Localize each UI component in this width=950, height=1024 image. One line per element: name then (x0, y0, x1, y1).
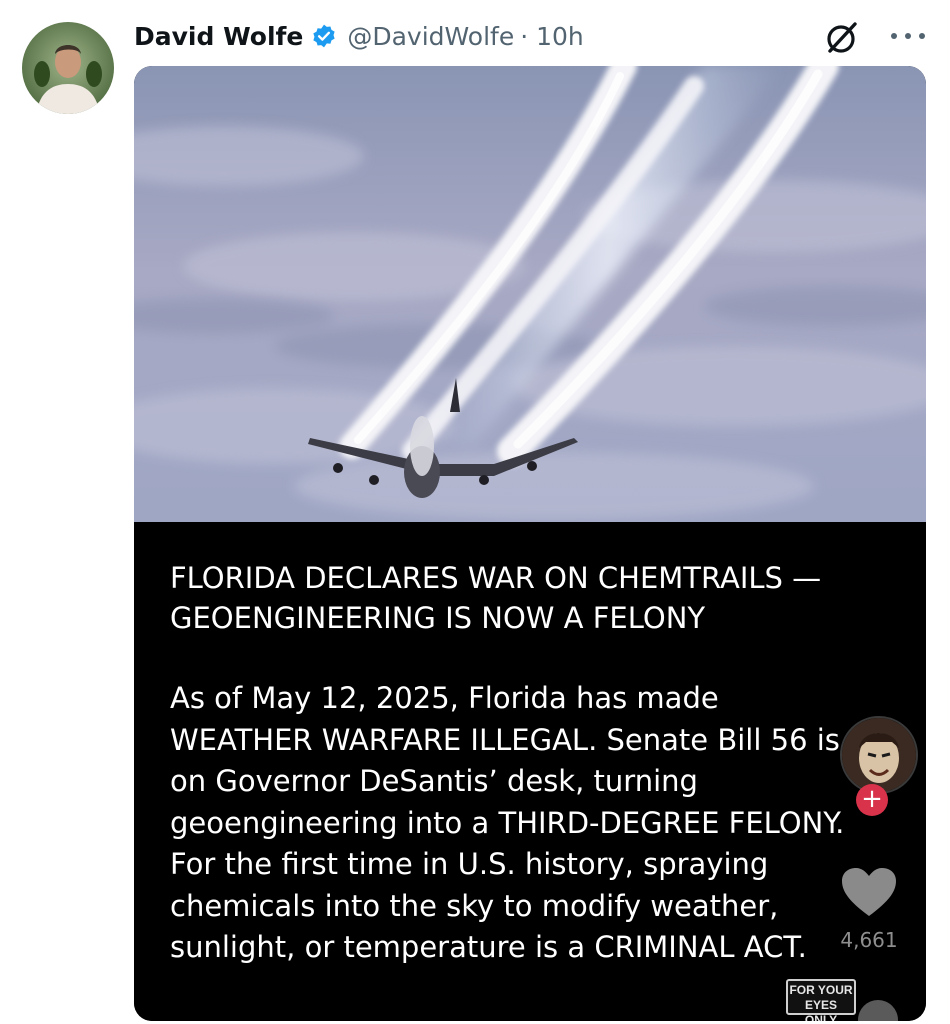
stamp-line-2: EYES ONLY (804, 998, 838, 1021)
for-your-eyes-only-logo: FOR YOUR EYES ONLY (786, 979, 856, 1021)
plus-icon[interactable]: + (856, 784, 888, 816)
post-time[interactable]: · 10h (520, 22, 584, 51)
headline-text: FLORIDA DECLARES WAR ON CHEMTRAILS — GEO… (170, 561, 822, 635)
author-handle[interactable]: @DavidWolfe (347, 22, 514, 51)
post-media[interactable]: FLORIDA DECLARES WAR ON CHEMTRAILS — GEO… (134, 66, 926, 1021)
heart-icon[interactable] (840, 866, 898, 918)
post-text-panel: FLORIDA DECLARES WAR ON CHEMTRAILS — GEO… (134, 522, 926, 1021)
verified-badge-icon (313, 24, 335, 48)
creator-avatar[interactable] (840, 716, 918, 794)
like-count: 4,661 (840, 928, 898, 952)
author-avatar[interactable] (22, 22, 114, 114)
airplane-contrails-photo (134, 66, 926, 522)
body-text: As of May 12, 2025, Florida has made WEA… (170, 681, 845, 964)
author-name[interactable]: David Wolfe (134, 22, 303, 51)
stamp-line-1: FOR YOUR (789, 983, 853, 997)
post-header: David Wolfe @DavidWolfe · 10h (134, 14, 584, 58)
more-options-icon[interactable] (888, 28, 928, 44)
grok-icon[interactable] (822, 18, 862, 58)
